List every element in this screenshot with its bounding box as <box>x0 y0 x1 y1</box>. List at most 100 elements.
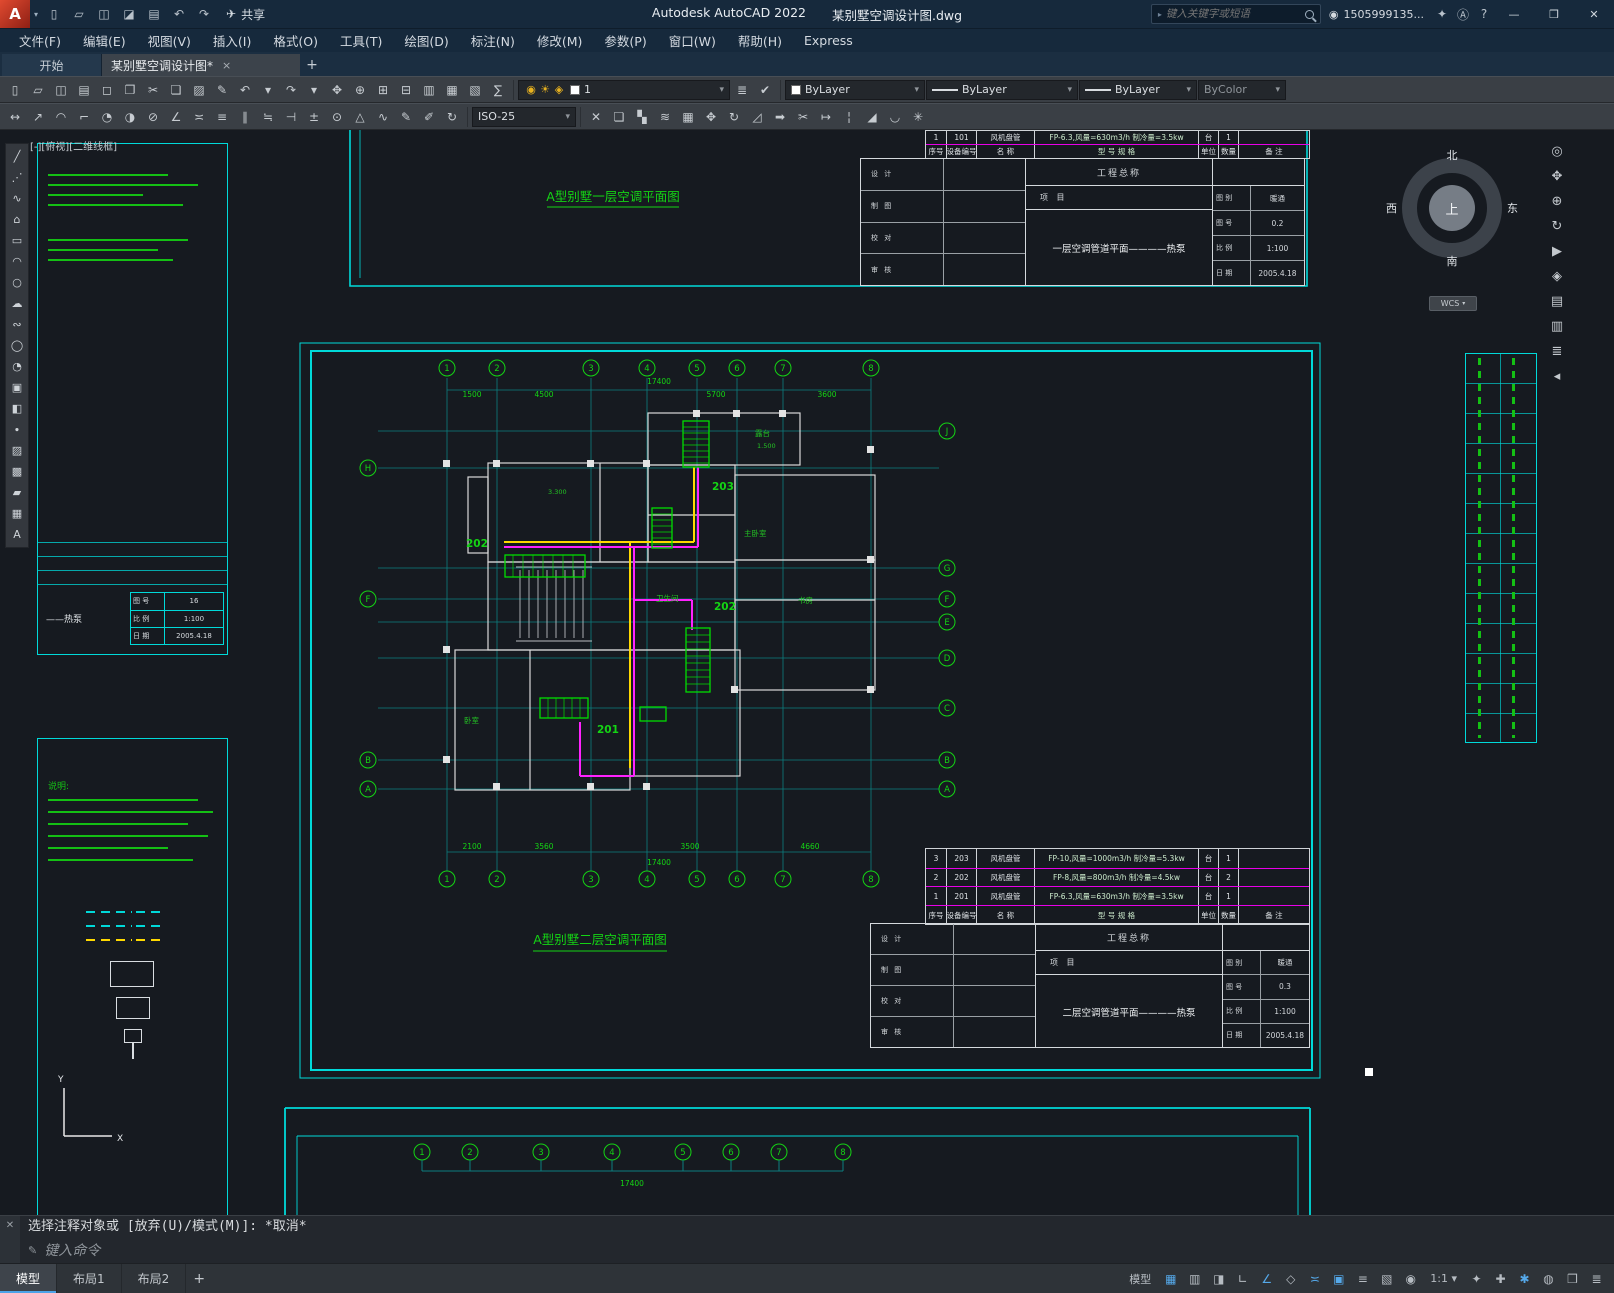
anchor-icon[interactable]: ◈ <box>1546 269 1568 289</box>
maximize-button[interactable]: ❒ <box>1534 0 1574 28</box>
polygon-tool-icon[interactable]: ⌂ <box>6 209 28 230</box>
erase-icon[interactable]: ✕ <box>585 106 607 128</box>
quick-dim-icon[interactable]: ≍ <box>188 106 210 128</box>
revision-cloud-icon[interactable]: ☁ <box>6 293 28 314</box>
center-mark-icon[interactable]: ⊙ <box>326 106 348 128</box>
menu-item[interactable]: 格式(O) <box>262 29 329 52</box>
autocad-logo[interactable]: A <box>0 0 30 28</box>
move-icon[interactable]: ✥ <box>700 106 722 128</box>
compass-south[interactable]: 南 <box>1447 253 1458 269</box>
dim-break-icon[interactable]: ⊣ <box>280 106 302 128</box>
redo-icon[interactable]: ↷ <box>192 0 216 28</box>
create-block-icon[interactable]: ◧ <box>6 398 28 419</box>
plot-icon[interactable]: ▤ <box>73 79 95 101</box>
share-button[interactable]: ✈ 共享 <box>226 6 265 23</box>
quickcalc-icon[interactable]: ∑ <box>487 79 509 101</box>
material-schedule-panel[interactable] <box>1465 353 1537 743</box>
selection-cycling-icon[interactable]: ◉ <box>1399 1268 1422 1290</box>
plotstyle-control-dropdown[interactable]: ByColor ▾ <box>1198 79 1286 100</box>
color-dropdown-arrow[interactable]: ▾ <box>914 85 919 95</box>
save-icon[interactable]: ◫ <box>50 79 72 101</box>
grid-bubble-numbers-top[interactable]: 1 2 3 4 5 6 7 8 <box>444 364 873 374</box>
annotation-monitor-icon[interactable]: ◍ <box>1537 1268 1560 1290</box>
dim-baseline-icon[interactable]: ≡ <box>211 106 233 128</box>
redo-icon[interactable]: ↷ <box>280 79 302 101</box>
table-tool-icon[interactable]: ▦ <box>6 503 28 524</box>
viewport-controls[interactable]: [-][俯视][二维线框] <box>30 138 117 153</box>
lineweight-control-dropdown[interactable]: ByLayer ▾ <box>1079 79 1197 100</box>
autodesk-app-icon[interactable]: Ⓐ <box>1453 6 1473 23</box>
annotation-scale-button[interactable]: 1:1 ▾ <box>1423 1268 1464 1290</box>
layout2-tab[interactable]: 布局2 <box>121 1264 187 1293</box>
pan-hand-icon[interactable]: ✥ <box>1546 169 1568 189</box>
snap-icon[interactable]: ▥ <box>1183 1268 1206 1290</box>
offset-icon[interactable]: ≋ <box>654 106 676 128</box>
cart-icon[interactable]: ✦ <box>1432 7 1452 21</box>
compass-north[interactable]: 北 <box>1447 147 1458 163</box>
menu-item[interactable]: 修改(M) <box>526 29 594 52</box>
rotate-icon[interactable]: ↻ <box>723 106 745 128</box>
model-tab[interactable]: 模型 <box>0 1264 58 1293</box>
publish-icon[interactable]: ❐ <box>119 79 141 101</box>
mirror-icon[interactable]: ▚ <box>631 106 653 128</box>
rectangle-tool-icon[interactable]: ▭ <box>6 230 28 251</box>
new-tab-button[interactable]: + <box>300 54 324 76</box>
dim-continue-icon[interactable]: ∥ <box>234 106 256 128</box>
axis-grid-lines[interactable] <box>378 378 939 871</box>
lineweight-dropdown-arrow[interactable]: ▾ <box>1186 85 1191 95</box>
ellipse-arc-icon[interactable]: ◔ <box>6 356 28 377</box>
save-icon[interactable]: ◫ <box>92 0 116 28</box>
menu-item[interactable]: 编辑(E) <box>72 29 137 52</box>
sheet3-grid-bubbles[interactable] <box>413 1143 852 1172</box>
compass-west[interactable]: 西 <box>1386 200 1397 216</box>
equipment-table-sheet2[interactable]: 3 203 风机盘管 FP-10,风量=1000m3/h 制冷量=5.3kw 台… <box>925 848 1310 925</box>
menu-item[interactable]: 窗口(W) <box>658 29 727 52</box>
menu-item[interactable]: 工具(T) <box>329 29 393 52</box>
menu-item[interactable]: 标注(N) <box>460 29 526 52</box>
new-layout-button[interactable]: + <box>186 1264 212 1293</box>
dim-radius-icon[interactable]: ◔ <box>96 106 118 128</box>
list-icon[interactable]: ≣ <box>1546 344 1568 364</box>
legend-panel-top[interactable]: ——热泵 图 号 16 比 例 1:100 日 期 2005.4.18 <box>37 143 228 655</box>
dim-linear-icon[interactable]: ↔ <box>4 106 26 128</box>
stretch-icon[interactable]: ➡ <box>769 106 791 128</box>
layer-dropdown-arrow[interactable]: ▾ <box>719 85 724 95</box>
fillet-icon[interactable]: ◡ <box>884 106 906 128</box>
duct-supply-yellow[interactable] <box>504 467 695 768</box>
collapse-icon[interactable]: ◂ <box>1546 369 1568 389</box>
menu-item[interactable]: 文件(F) <box>8 29 72 52</box>
sheetset-icon[interactable]: ▤ <box>1546 294 1568 314</box>
object-snap-tracking-icon[interactable]: ≍ <box>1303 1268 1326 1290</box>
dim-text-edit-icon[interactable]: ✐ <box>418 106 440 128</box>
plotstyle-dropdown-arrow[interactable]: ▾ <box>1275 85 1280 95</box>
sheet3-grid-numbers[interactable]: 1 2 3 4 5 6 7 8 17400 <box>419 1148 845 1188</box>
ellipse-tool-icon[interactable]: ◯ <box>6 335 28 356</box>
zoom-realtime-icon[interactable]: ⊕ <box>349 79 371 101</box>
start-tab[interactable]: 开始 <box>2 54 102 76</box>
color-control-dropdown[interactable]: ByLayer ▾ <box>785 79 925 100</box>
infer-constraints-icon[interactable]: ◨ <box>1207 1268 1230 1290</box>
trim-icon[interactable]: ✂ <box>792 106 814 128</box>
spline-tool-icon[interactable]: ∾ <box>6 314 28 335</box>
zoom-window-icon[interactable]: ⊞ <box>372 79 394 101</box>
clean-screen-icon[interactable]: ❒ <box>1561 1268 1584 1290</box>
command-input[interactable] <box>44 1242 1614 1259</box>
palette-icon[interactable]: ▥ <box>1546 319 1568 339</box>
search-input[interactable] <box>1165 8 1301 20</box>
dim-ordinate-icon[interactable]: ⌐ <box>73 106 95 128</box>
stairs[interactable] <box>516 566 592 642</box>
grid-bubble-numbers-bottom[interactable]: 1 2 3 4 5 6 7 8 <box>444 875 873 885</box>
dim-arc-length-icon[interactable]: ◠ <box>50 106 72 128</box>
chamfer-icon[interactable]: ◢ <box>861 106 883 128</box>
dimstyle-dropdown[interactable]: ISO-25 ▾ <box>472 106 576 127</box>
fan-coil-units[interactable] <box>504 420 711 722</box>
axis-letters-left[interactable]: H F B A <box>365 464 371 795</box>
point-tool-icon[interactable]: ∙ <box>6 419 28 440</box>
logo-menu-arrow[interactable]: ▾ <box>30 10 42 19</box>
grid-bubbles-top[interactable] <box>438 359 880 377</box>
grid-bubbles-bottom[interactable] <box>438 870 880 888</box>
zoom-previous-icon[interactable]: ⊟ <box>395 79 417 101</box>
plan1-title[interactable]: A型别墅一层空调平面图 <box>546 189 680 204</box>
customize-icon[interactable]: ≣ <box>1585 1268 1608 1290</box>
workspace-gear-icon[interactable]: ✱ <box>1513 1268 1536 1290</box>
